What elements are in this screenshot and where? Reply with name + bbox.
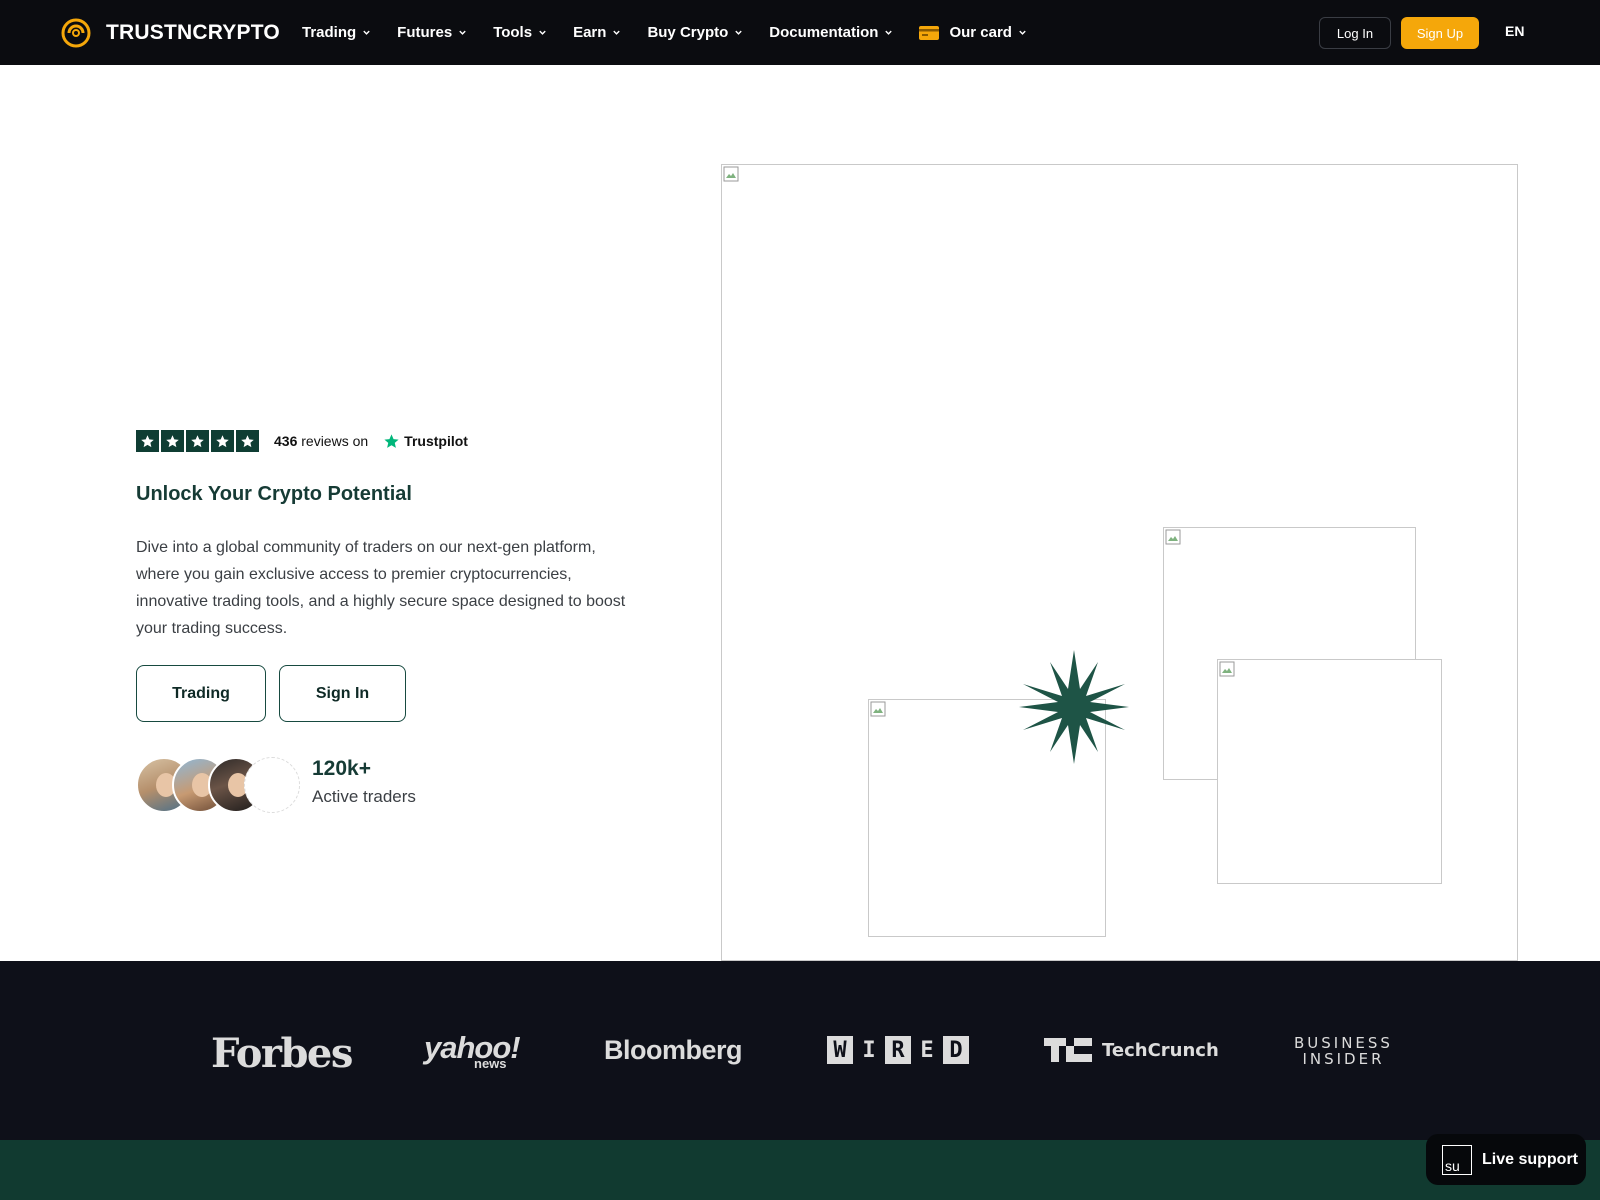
support-avatar-icon: su	[1442, 1144, 1472, 1175]
trader-avatars	[136, 757, 300, 813]
wired-logo: W I R E D	[827, 1036, 969, 1064]
nav-item-our-card[interactable]: Our card	[919, 24, 1027, 41]
nav-item-tools[interactable]: Tools	[493, 24, 547, 41]
techcrunch-mark-icon	[1044, 1038, 1092, 1062]
nav-item-label: Documentation	[769, 24, 879, 41]
broken-image-icon	[870, 701, 886, 717]
broken-image-icon	[1219, 661, 1235, 677]
trustpilot-label: Trustpilot	[404, 433, 468, 449]
nav-item-label: Buy Crypto	[647, 24, 729, 41]
nav-item-earn[interactable]: Earn	[573, 24, 621, 41]
hero-description: Dive into a global community of traders …	[136, 539, 626, 637]
sign-in-button[interactable]: Sign In	[279, 665, 406, 722]
live-support-button[interactable]: su Live support	[1426, 1134, 1586, 1185]
wired-letter: D	[943, 1036, 969, 1064]
bloomberg-logo: Bloomberg	[604, 1035, 743, 1065]
forbes-logo: Forbes	[211, 1030, 353, 1077]
rating-stars	[136, 430, 259, 452]
chevron-down-icon	[363, 30, 370, 35]
brand-logo-icon	[61, 18, 91, 48]
star-icon	[236, 430, 259, 452]
trading-button[interactable]: Trading	[136, 665, 266, 722]
techcrunch-logo: TechCrunch	[1044, 1038, 1219, 1062]
star-icon	[136, 430, 159, 452]
nav-item-label: Our card	[949, 24, 1012, 41]
nav-item-label: Tools	[493, 24, 533, 41]
chevron-down-icon	[885, 30, 893, 35]
techcrunch-wordmark: TechCrunch	[1102, 1039, 1219, 1061]
business-insider-logo: BUSINESS INSIDER	[1294, 1035, 1393, 1067]
star-icon	[161, 430, 184, 452]
wired-letter: W	[827, 1036, 853, 1064]
trustpilot-link[interactable]: Trustpilot	[383, 433, 468, 450]
nav-item-label: Futures	[397, 24, 453, 41]
yahoo-news-sublabel: news	[474, 1056, 507, 1071]
chevron-down-icon	[613, 30, 621, 35]
nav-item-label: Earn	[573, 24, 607, 41]
nav-item-futures[interactable]: Futures	[397, 24, 467, 41]
brand[interactable]: TRUSTNCRYPTO	[60, 17, 280, 49]
nav-item-documentation[interactable]: Documentation	[769, 24, 893, 41]
hero-card-image	[1217, 659, 1442, 884]
wired-letter: E	[920, 1037, 934, 1063]
main-menu: Trading Futures Tools Earn Buy Crypto Do…	[302, 0, 1053, 65]
star-icon	[186, 430, 209, 452]
language-selector[interactable]: EN	[1505, 23, 1524, 39]
business-insider-line: BUSINESS	[1294, 1034, 1393, 1052]
active-traders-label: Active traders	[312, 787, 416, 806]
starburst-decoration-icon	[1019, 650, 1129, 764]
live-support-label: Live support	[1482, 1150, 1579, 1168]
review-count: 436	[274, 433, 298, 449]
signup-button[interactable]: Sign Up	[1401, 17, 1479, 49]
star-icon	[211, 430, 234, 452]
trustpilot-star-icon	[384, 433, 399, 448]
reviews-text: reviews on	[301, 433, 369, 449]
trustpilot-rating[interactable]: 436 reviews on Trustpilot	[136, 430, 468, 452]
chevron-down-icon	[459, 30, 466, 35]
business-insider-line: INSIDER	[1302, 1050, 1385, 1068]
active-traders-count: 120k+	[312, 757, 371, 780]
chevron-down-icon	[1019, 30, 1026, 35]
broken-image-icon	[1165, 529, 1181, 545]
nav-item-trading[interactable]: Trading	[302, 24, 371, 41]
credit-card-icon	[919, 25, 940, 40]
hero-title: Unlock Your Crypto Potential	[136, 483, 412, 505]
wired-letter: I	[862, 1037, 876, 1063]
next-section	[0, 1140, 1600, 1200]
nav-item-label: Trading	[302, 24, 357, 41]
review-summary: 436 reviews on	[274, 433, 368, 449]
wired-letter: R	[885, 1036, 911, 1064]
login-button[interactable]: Log In	[1319, 17, 1391, 49]
broken-image-icon	[723, 166, 739, 182]
chevron-down-icon	[539, 30, 546, 35]
avatar	[244, 757, 300, 813]
brand-name: TRUSTNCRYPTO	[106, 21, 280, 44]
nav-item-buy-crypto[interactable]: Buy Crypto	[647, 24, 743, 41]
top-navbar: TRUSTNCRYPTO Trading Futures Tools Earn …	[0, 0, 1600, 65]
chevron-down-icon	[735, 30, 742, 35]
